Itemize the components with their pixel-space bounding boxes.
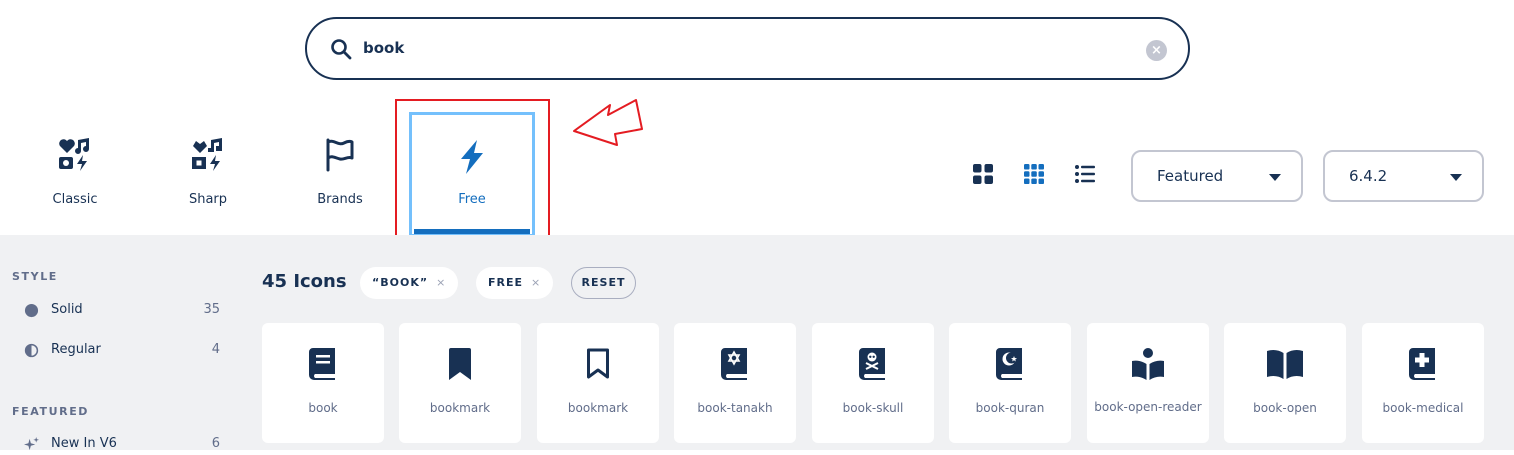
icon-name: book-tanakh	[697, 401, 773, 415]
icon-card-book-open-reader[interactable]: book-open-reader	[1087, 323, 1209, 443]
tab-label: Brands	[317, 192, 363, 207]
classic-family-icon	[59, 138, 89, 171]
book-medical-icon	[1409, 348, 1435, 380]
filter-chip-book[interactable]: “BOOK” ×	[360, 267, 459, 299]
icon-card-book-skull[interactable]: book-skull	[812, 323, 934, 443]
filter-label: Solid	[51, 302, 83, 317]
remove-chip-icon[interactable]: ×	[436, 276, 446, 289]
solid-circle-icon	[24, 303, 39, 318]
tab-label: Sharp	[188, 192, 228, 207]
flag-icon	[326, 138, 354, 172]
small-grid-view-icon[interactable]	[1022, 162, 1046, 186]
list-view-icon[interactable]	[1073, 162, 1097, 186]
tab-classic[interactable]: Classic	[12, 112, 138, 237]
search-bar[interactable]: ×	[305, 17, 1190, 80]
book-open-icon	[1267, 349, 1303, 379]
filter-count: 6	[211, 436, 220, 451]
book-skull-icon	[859, 348, 885, 380]
book-open-reader-icon	[1132, 348, 1164, 380]
remove-chip-icon[interactable]: ×	[531, 276, 541, 289]
style-heading: STYLE	[12, 270, 58, 283]
results-count: 45 Icons	[262, 271, 347, 292]
version-dropdown[interactable]: 6.4.2	[1323, 150, 1484, 202]
search-input[interactable]	[363, 33, 1123, 63]
filter-new-in-v6[interactable]: New In V6 6	[24, 435, 220, 455]
icon-card-book-medical[interactable]: book-medical	[1362, 323, 1484, 443]
icon-name: book-skull	[842, 401, 904, 415]
reset-button[interactable]: RESET	[571, 267, 636, 299]
book-icon	[309, 348, 335, 380]
icon-card-bookmark-solid[interactable]: bookmark	[399, 323, 521, 443]
book-quran-icon	[996, 348, 1022, 380]
clear-search-button[interactable]: ×	[1146, 40, 1167, 61]
annotation-highlight-box	[395, 99, 550, 252]
search-icon	[331, 39, 352, 60]
large-grid-view-icon[interactable]	[971, 162, 995, 186]
icon-card-book[interactable]: book	[262, 323, 384, 443]
icon-name: book-medical	[1382, 401, 1464, 415]
tab-sharp[interactable]: Sharp	[145, 112, 271, 237]
icon-name: book-open	[1253, 401, 1317, 415]
chevron-down-icon	[1450, 174, 1462, 181]
tab-label: Classic	[52, 192, 98, 207]
chip-label: FREE	[488, 276, 524, 289]
filter-label: New In V6	[51, 436, 117, 451]
bookmark-solid-icon	[449, 348, 471, 380]
half-circle-icon	[24, 343, 39, 358]
tab-brands[interactable]: Brands	[277, 112, 403, 237]
sharp-family-icon	[192, 138, 222, 171]
filter-solid[interactable]: Solid 35	[24, 301, 220, 321]
bookmark-regular-icon	[587, 348, 609, 379]
sort-dropdown[interactable]: Featured	[1131, 150, 1303, 202]
filter-count: 4	[211, 342, 220, 357]
icon-name: bookmark	[429, 401, 491, 415]
icon-name: book-quran	[975, 401, 1045, 415]
icon-name: bookmark	[567, 401, 629, 415]
featured-heading: FEATURED	[12, 405, 90, 418]
icon-card-book-tanakh[interactable]: book-tanakh	[674, 323, 796, 443]
chip-label: “BOOK”	[372, 276, 429, 289]
annotation-arrow-icon	[573, 99, 643, 146]
sort-value: Featured	[1157, 167, 1224, 185]
icon-card-book-open[interactable]: book-open	[1224, 323, 1346, 443]
filter-regular[interactable]: Regular 4	[24, 341, 220, 361]
icon-card-bookmark-regular[interactable]: bookmark	[537, 323, 659, 443]
icon-card-book-quran[interactable]: book-quran	[949, 323, 1071, 443]
icon-name: book-open-reader	[1094, 400, 1202, 414]
chevron-down-icon	[1269, 174, 1281, 181]
filter-count: 35	[203, 302, 220, 317]
filter-chip-free[interactable]: FREE ×	[476, 267, 554, 299]
book-tanakh-icon	[721, 348, 747, 380]
version-value: 6.4.2	[1349, 167, 1388, 185]
icon-name: book	[308, 401, 338, 415]
filter-label: Regular	[51, 342, 101, 357]
